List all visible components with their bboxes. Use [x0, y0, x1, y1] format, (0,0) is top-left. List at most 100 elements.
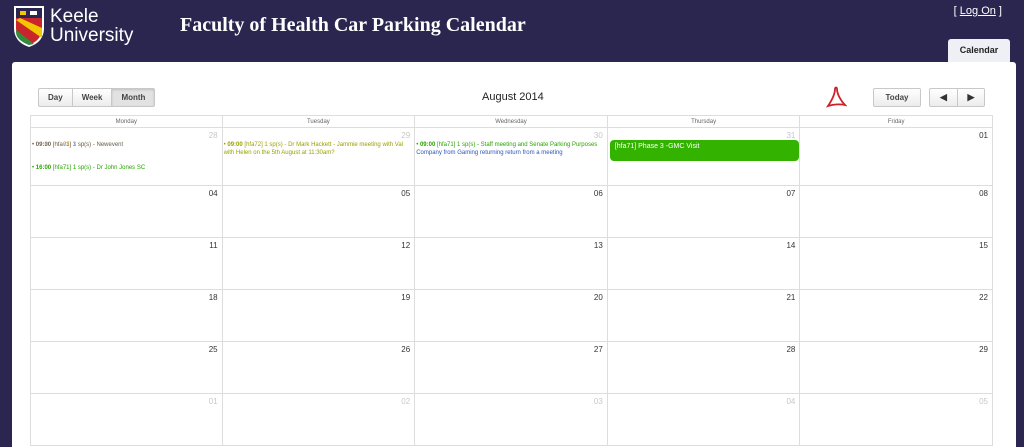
day-cell[interactable]: 03 [415, 394, 608, 445]
day-cell[interactable]: 01 [30, 394, 223, 445]
day-number: 07 [786, 189, 796, 198]
month-title: August 2014 [482, 91, 544, 103]
day-cell[interactable]: 15 [800, 238, 993, 289]
day-number: 14 [786, 241, 796, 250]
day-cell[interactable]: 06 [415, 186, 608, 237]
day-number: 29 [979, 345, 988, 354]
day-cell[interactable]: 08 [800, 186, 993, 237]
weekday-header: Monday Tuesday Wednesday Thursday Friday [30, 115, 993, 128]
week-row: 18 19 20 21 22 [30, 290, 993, 342]
day-cell[interactable]: 12 [223, 238, 416, 289]
day-number: 15 [979, 241, 988, 250]
day-cell[interactable]: 25 [30, 342, 223, 393]
event-item[interactable]: • 09:00 [hfa71] 1 sp(s) - Staff meeting … [416, 141, 604, 149]
event-time: 09:00 [227, 142, 243, 148]
day-number: 18 [208, 293, 218, 302]
keele-logo: Keele University [12, 4, 133, 48]
day-cell[interactable]: 20 [415, 290, 608, 341]
day-number: 28 [786, 345, 796, 354]
day-cell[interactable]: 02 [223, 394, 416, 445]
prev-month-button[interactable]: ◀ [929, 88, 957, 107]
week-view-button[interactable]: Week [71, 88, 112, 107]
event-item[interactable]: Company from Gaming returning return fro… [416, 149, 604, 157]
day-cell[interactable]: 26 [223, 342, 416, 393]
tab-calendar[interactable]: Calendar [948, 39, 1010, 62]
weekday-wednesday: Wednesday [415, 116, 608, 127]
day-number: 26 [401, 345, 411, 354]
day-cell[interactable]: 13 [415, 238, 608, 289]
view-switcher: Day Week Month [38, 88, 156, 107]
weekday-monday: Monday [30, 116, 223, 127]
month-nav: ◀ ▶ [929, 88, 985, 107]
calendar-toolbar: Day Week Month August 2014 Today ◀ ▶ [12, 62, 1016, 112]
day-cell[interactable]: 30 • 09:00 [hfa71] 1 sp(s) - Staff meetin… [415, 128, 608, 185]
day-number: 31 [786, 131, 796, 140]
day-cell[interactable]: 07 [608, 186, 801, 237]
logo-line-2: University [50, 25, 134, 46]
event-phase-3-gmc-visit[interactable]: [hfa71] Phase 3 -GMC Visit [609, 140, 799, 161]
event-item[interactable]: • 16:00 [hfa71] 1 sp(s) - Dr John Jones … [32, 164, 145, 172]
log-on-link[interactable]: Log On [960, 5, 996, 17]
month-view-button[interactable]: Month [111, 88, 156, 107]
calendar-panel: Day Week Month August 2014 Today ◀ ▶ Mon… [12, 62, 1016, 447]
day-number: 19 [401, 293, 411, 302]
day-cell[interactable]: 18 [30, 290, 223, 341]
event-item[interactable]: with Helen on the 5th August at 11:30am? [224, 149, 412, 157]
day-view-button[interactable]: Day [38, 88, 72, 107]
day-number: 02 [401, 397, 411, 406]
day-number: 21 [786, 293, 796, 302]
day-cell[interactable]: 21 [608, 290, 801, 341]
next-arrow-icon: ▶ [967, 92, 975, 102]
day-number: 12 [401, 241, 411, 250]
event-time: 16:00 [35, 165, 52, 171]
day-number: 30 [593, 131, 603, 140]
day-number: 05 [401, 189, 411, 198]
day-cell[interactable]: 29 [800, 342, 993, 393]
pdf-export-icon[interactable] [825, 86, 847, 110]
day-cell[interactable]: 05 [223, 186, 416, 237]
day-cell[interactable]: 22 [800, 290, 993, 341]
day-cell[interactable]: 14 [608, 238, 801, 289]
day-cell[interactable]: 05 [800, 394, 993, 445]
day-cell[interactable]: 29 • 09:00 [hfa72] 1 sp(s) - Dr Mark Hack… [223, 128, 416, 185]
day-cell[interactable]: 28 • 09:30 [hfa03] 3 sp(s) - Newevent • 09… [30, 128, 223, 185]
day-number: 03 [593, 397, 603, 406]
login-bracket-close: ] [995, 5, 1002, 17]
day-cell[interactable]: 27 [415, 342, 608, 393]
event-item[interactable]: • 09:00 [hfa71] 1 sp(s) - Newevent [32, 141, 123, 149]
day-number: 13 [593, 241, 603, 250]
day-cell[interactable]: 04 [30, 186, 223, 237]
day-number: 25 [208, 345, 218, 354]
weekday-friday: Friday [800, 116, 993, 127]
week-row: 25 26 27 28 29 [30, 342, 993, 394]
event-text: [hfa71] 1 sp(s) - Dr John Jones SC [51, 165, 146, 171]
day-cell[interactable]: 11 [30, 238, 223, 289]
event-text: [hfa72] 1 sp(s) - Dr Mark Hackett - Jamm… [242, 142, 404, 148]
logo-line-1: Keele [50, 6, 99, 27]
day-cell[interactable]: 19 [223, 290, 416, 341]
day-number: 28 [208, 131, 218, 140]
day-number: 04 [208, 189, 218, 198]
logo-text: Keele University [50, 7, 133, 45]
weeks-container: 28 • 09:30 [hfa03] 3 sp(s) - Newevent • 09… [30, 128, 993, 446]
day-cell[interactable]: 01 [800, 128, 993, 185]
event-item[interactable]: • 09:00 [hfa72] 1 sp(s) - Dr Mark Hacket… [224, 141, 412, 149]
weekday-tuesday: Tuesday [223, 116, 416, 127]
page-title: Faculty of Health Car Parking Calendar [180, 14, 526, 36]
day-number: 08 [979, 189, 988, 198]
day-cell[interactable]: 31 [hfa71] Phase 3 -GMC Visit [608, 128, 801, 185]
day-number: 22 [979, 293, 988, 302]
day-cell[interactable]: 04 [608, 394, 801, 445]
today-button[interactable]: Today [873, 88, 921, 107]
next-month-button[interactable]: ▶ [957, 88, 985, 107]
day-number: 11 [209, 241, 218, 250]
day-number: 27 [593, 345, 603, 354]
day-number: 05 [979, 397, 988, 406]
day-cell[interactable]: 28 [608, 342, 801, 393]
week-row: 04 05 06 07 08 [30, 186, 993, 238]
day-number: 04 [786, 397, 796, 406]
university-crest-icon [14, 6, 44, 47]
login-area: [ Log On ] [954, 5, 1002, 17]
day-number: 01 [979, 131, 988, 140]
prev-arrow-icon: ◀ [940, 92, 947, 102]
